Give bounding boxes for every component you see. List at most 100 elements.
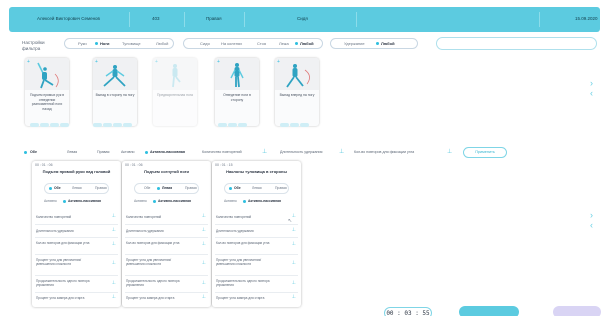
chevron-right-icon[interactable]: › <box>590 79 593 88</box>
param-label: Процент угла для увеличения/уменьшения с… <box>216 258 262 266</box>
side-option-right[interactable]: Правая <box>97 150 109 154</box>
divider <box>129 12 130 27</box>
exercise-caption: Подъем прямых рук в отведении разноименн… <box>29 93 65 111</box>
stepper-icon[interactable]: ⊥ <box>447 148 452 155</box>
stepper-icon[interactable]: ⊥ <box>112 280 116 286</box>
panel-timer: 00 : 01 : 06 <box>125 163 143 167</box>
stepper-icon[interactable]: ⊥ <box>202 227 206 233</box>
stepper-icon[interactable]: ⊥ <box>202 260 206 266</box>
side-option-right[interactable]: Правая <box>185 186 197 190</box>
panel-title: Наклоны туловища в стороны <box>226 169 287 174</box>
add-icon[interactable]: + <box>95 59 98 65</box>
filter-option-any[interactable]: Любой <box>156 41 168 46</box>
chevron-right-icon[interactable]: › <box>590 211 593 220</box>
divider <box>125 292 208 293</box>
mode-option-active-passive[interactable]: Активно-пассивная <box>248 199 281 203</box>
chevron-left-icon[interactable]: ‹ <box>590 221 593 230</box>
stepper-icon[interactable]: ⊥ <box>292 241 296 247</box>
stepper-icon[interactable]: ⊥ <box>292 213 296 219</box>
stepper-icon[interactable]: ⊥ <box>112 227 116 233</box>
param-label: Кол-во повторов для фиксации угла <box>126 241 180 245</box>
exercise-panel: 00 : 01 : 15 Наклоны туловища в стороны … <box>212 161 301 307</box>
side-option-both[interactable]: Обе <box>144 186 150 190</box>
param-label: Процент угла замера для старта <box>216 296 265 300</box>
side-option-left[interactable]: Левая <box>67 150 77 154</box>
divider <box>35 237 118 238</box>
side-option-right[interactable]: Правая <box>95 186 107 190</box>
side-option-left[interactable]: Левая <box>252 186 262 190</box>
stepper-icon[interactable]: ⊥ <box>112 213 116 219</box>
selected-dot <box>63 200 66 203</box>
exercise-card[interactable]: + Выпад в сторону на ногу <box>93 58 137 126</box>
exercise-image <box>93 58 137 90</box>
exercise-caption: Выпад вперед на ногу <box>279 93 315 97</box>
exercise-image <box>153 58 197 90</box>
param-label: Процент угла замера для старта <box>36 296 85 300</box>
add-icon[interactable]: + <box>155 59 158 65</box>
divider <box>215 254 298 255</box>
exercise-panel: 00 : 01 : 06 Подъем прямой руки над голо… <box>32 161 121 307</box>
stepper-icon[interactable]: ⊥ <box>202 213 206 219</box>
divider <box>125 237 208 238</box>
stepper-icon[interactable]: ⊥ <box>292 294 296 300</box>
stepper-icon[interactable]: ⊥ <box>292 227 296 233</box>
divider <box>125 224 208 225</box>
filter-option-kneeling[interactable]: На коленях <box>221 41 242 46</box>
filter-option-standing[interactable]: Стоя <box>257 41 266 46</box>
add-icon[interactable]: + <box>27 59 30 65</box>
exercise-tags <box>30 123 69 128</box>
selected-dot <box>49 187 52 190</box>
param-label: Продолжительность одного повтора упражне… <box>216 279 270 287</box>
mode-option-active[interactable]: Активно <box>44 199 57 203</box>
exercise-card[interactable]: + Отведение ноги в сторону <box>215 58 259 126</box>
stepper-icon[interactable]: ⊥ <box>112 241 116 247</box>
add-icon[interactable]: + <box>277 59 280 65</box>
stepper-icon[interactable]: ⊥ <box>202 294 206 300</box>
exercise-card[interactable]: + Подъем прямых рук в отведении разноиме… <box>25 58 69 126</box>
divider <box>125 254 208 255</box>
filter-option-hold[interactable]: Удержание <box>344 41 365 46</box>
stepper-icon[interactable]: ⊥ <box>202 280 206 286</box>
cursor-icon: ↖ <box>288 218 293 224</box>
stepper-icon[interactable]: ⊥ <box>292 260 296 266</box>
search-input[interactable] <box>436 37 597 50</box>
mode-option-active-passive[interactable]: Активно-пассивная <box>158 199 191 203</box>
stepper-icon[interactable]: ⊥ <box>112 260 116 266</box>
side-option-right[interactable]: Правая <box>275 186 287 190</box>
stepper-icon[interactable]: ⊥ <box>292 280 296 286</box>
filter-option-torso[interactable]: Туловище <box>122 41 141 46</box>
divider <box>215 237 298 238</box>
secondary-action-button[interactable] <box>553 306 601 316</box>
mode-option-active[interactable]: Активно <box>224 199 237 203</box>
primary-action-button[interactable] <box>459 306 519 316</box>
filter-option-sitting[interactable]: Сидя <box>200 41 210 46</box>
param-label: Количество повторений <box>216 215 252 219</box>
divider <box>35 275 118 276</box>
filter-option-lying[interactable]: Лежа <box>279 41 289 46</box>
stepper-icon[interactable]: ⊥ <box>339 148 344 155</box>
stepper-icon[interactable]: ⊥ <box>262 148 267 155</box>
stepper-icon[interactable]: ⊥ <box>202 241 206 247</box>
mode-option-active-passive[interactable]: Активно-пассивная <box>150 150 185 154</box>
side-option-left[interactable]: Левая <box>162 186 172 190</box>
divider <box>215 224 298 225</box>
exercise-card[interactable]: + Выпад вперед на ногу <box>275 58 319 126</box>
filter-option-any-position[interactable]: Любой <box>300 41 314 46</box>
side-option-both[interactable]: Обе <box>234 186 241 190</box>
filter-option-legs[interactable]: Ноги <box>100 41 109 46</box>
stepper-icon[interactable]: ⊥ <box>112 294 116 300</box>
filter-option-arms[interactable]: Руки <box>78 41 87 46</box>
apply-button[interactable]: Применить <box>463 147 507 158</box>
filter-option-any-type[interactable]: Любой <box>381 41 395 46</box>
side-option-left[interactable]: Левая <box>72 186 82 190</box>
mode-option-active[interactable]: Активно <box>121 150 135 154</box>
mode-option-active-passive[interactable]: Активно-пассивная <box>68 199 101 203</box>
exercise-card[interactable]: + Предварительная нога <box>153 58 197 126</box>
chevron-left-icon[interactable]: ‹ <box>590 89 593 98</box>
add-icon[interactable]: + <box>217 59 220 65</box>
side-option-both[interactable]: Обе <box>54 186 61 190</box>
mode-option-active[interactable]: Активно <box>134 199 147 203</box>
session-timer: 00 : 03 : 55 <box>384 307 432 316</box>
side-option-both[interactable]: Обе <box>30 150 37 154</box>
exercise-caption: Выпад в сторону на ногу <box>95 93 135 97</box>
